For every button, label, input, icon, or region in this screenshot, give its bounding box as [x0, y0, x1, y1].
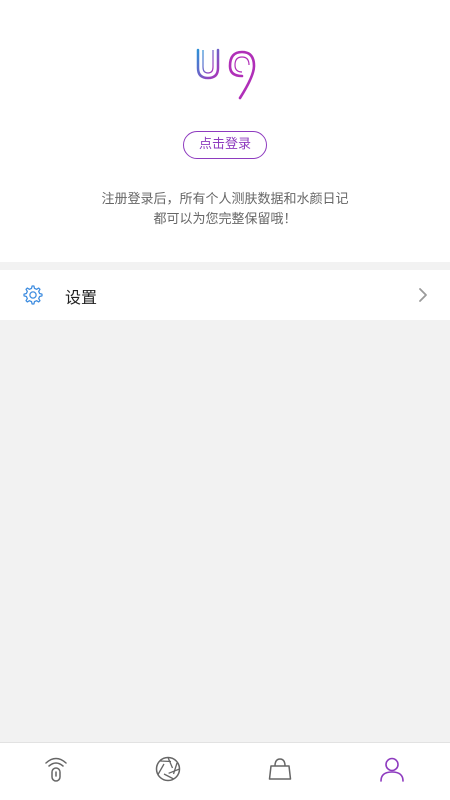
skin-test-device-icon	[45, 757, 67, 782]
login-hint-line1: 注册登录后，所有个人测肤数据和水颜日记	[101, 192, 349, 207]
login-hint-line2: 都可以为您完整保留哦！	[153, 212, 297, 227]
bottom-tab-bar	[0, 742, 450, 800]
tab-shop[interactable]	[224, 743, 336, 800]
shopping-bag-icon	[268, 758, 292, 780]
profile-header: 点击登录 注册登录后，所有个人测肤数据和水颜日记 都可以为您完整保留哦！	[0, 0, 450, 262]
tab-skin-test[interactable]	[0, 743, 112, 800]
tab-me[interactable]	[336, 743, 448, 800]
u9-logo-icon	[196, 48, 256, 100]
profile-page: 点击登录 注册登录后，所有个人测肤数据和水颜日记 都可以为您完整保留哦！ 设置	[0, 0, 450, 800]
tab-camera[interactable]	[112, 743, 224, 800]
user-icon	[380, 757, 404, 782]
settings-label: 设置	[65, 288, 98, 307]
settings-row[interactable]: 设置	[0, 270, 450, 320]
gear-icon	[23, 285, 43, 305]
login-button[interactable]: 点击登录	[183, 131, 267, 159]
aperture-icon	[155, 756, 181, 782]
chevron-right-icon	[419, 288, 427, 302]
